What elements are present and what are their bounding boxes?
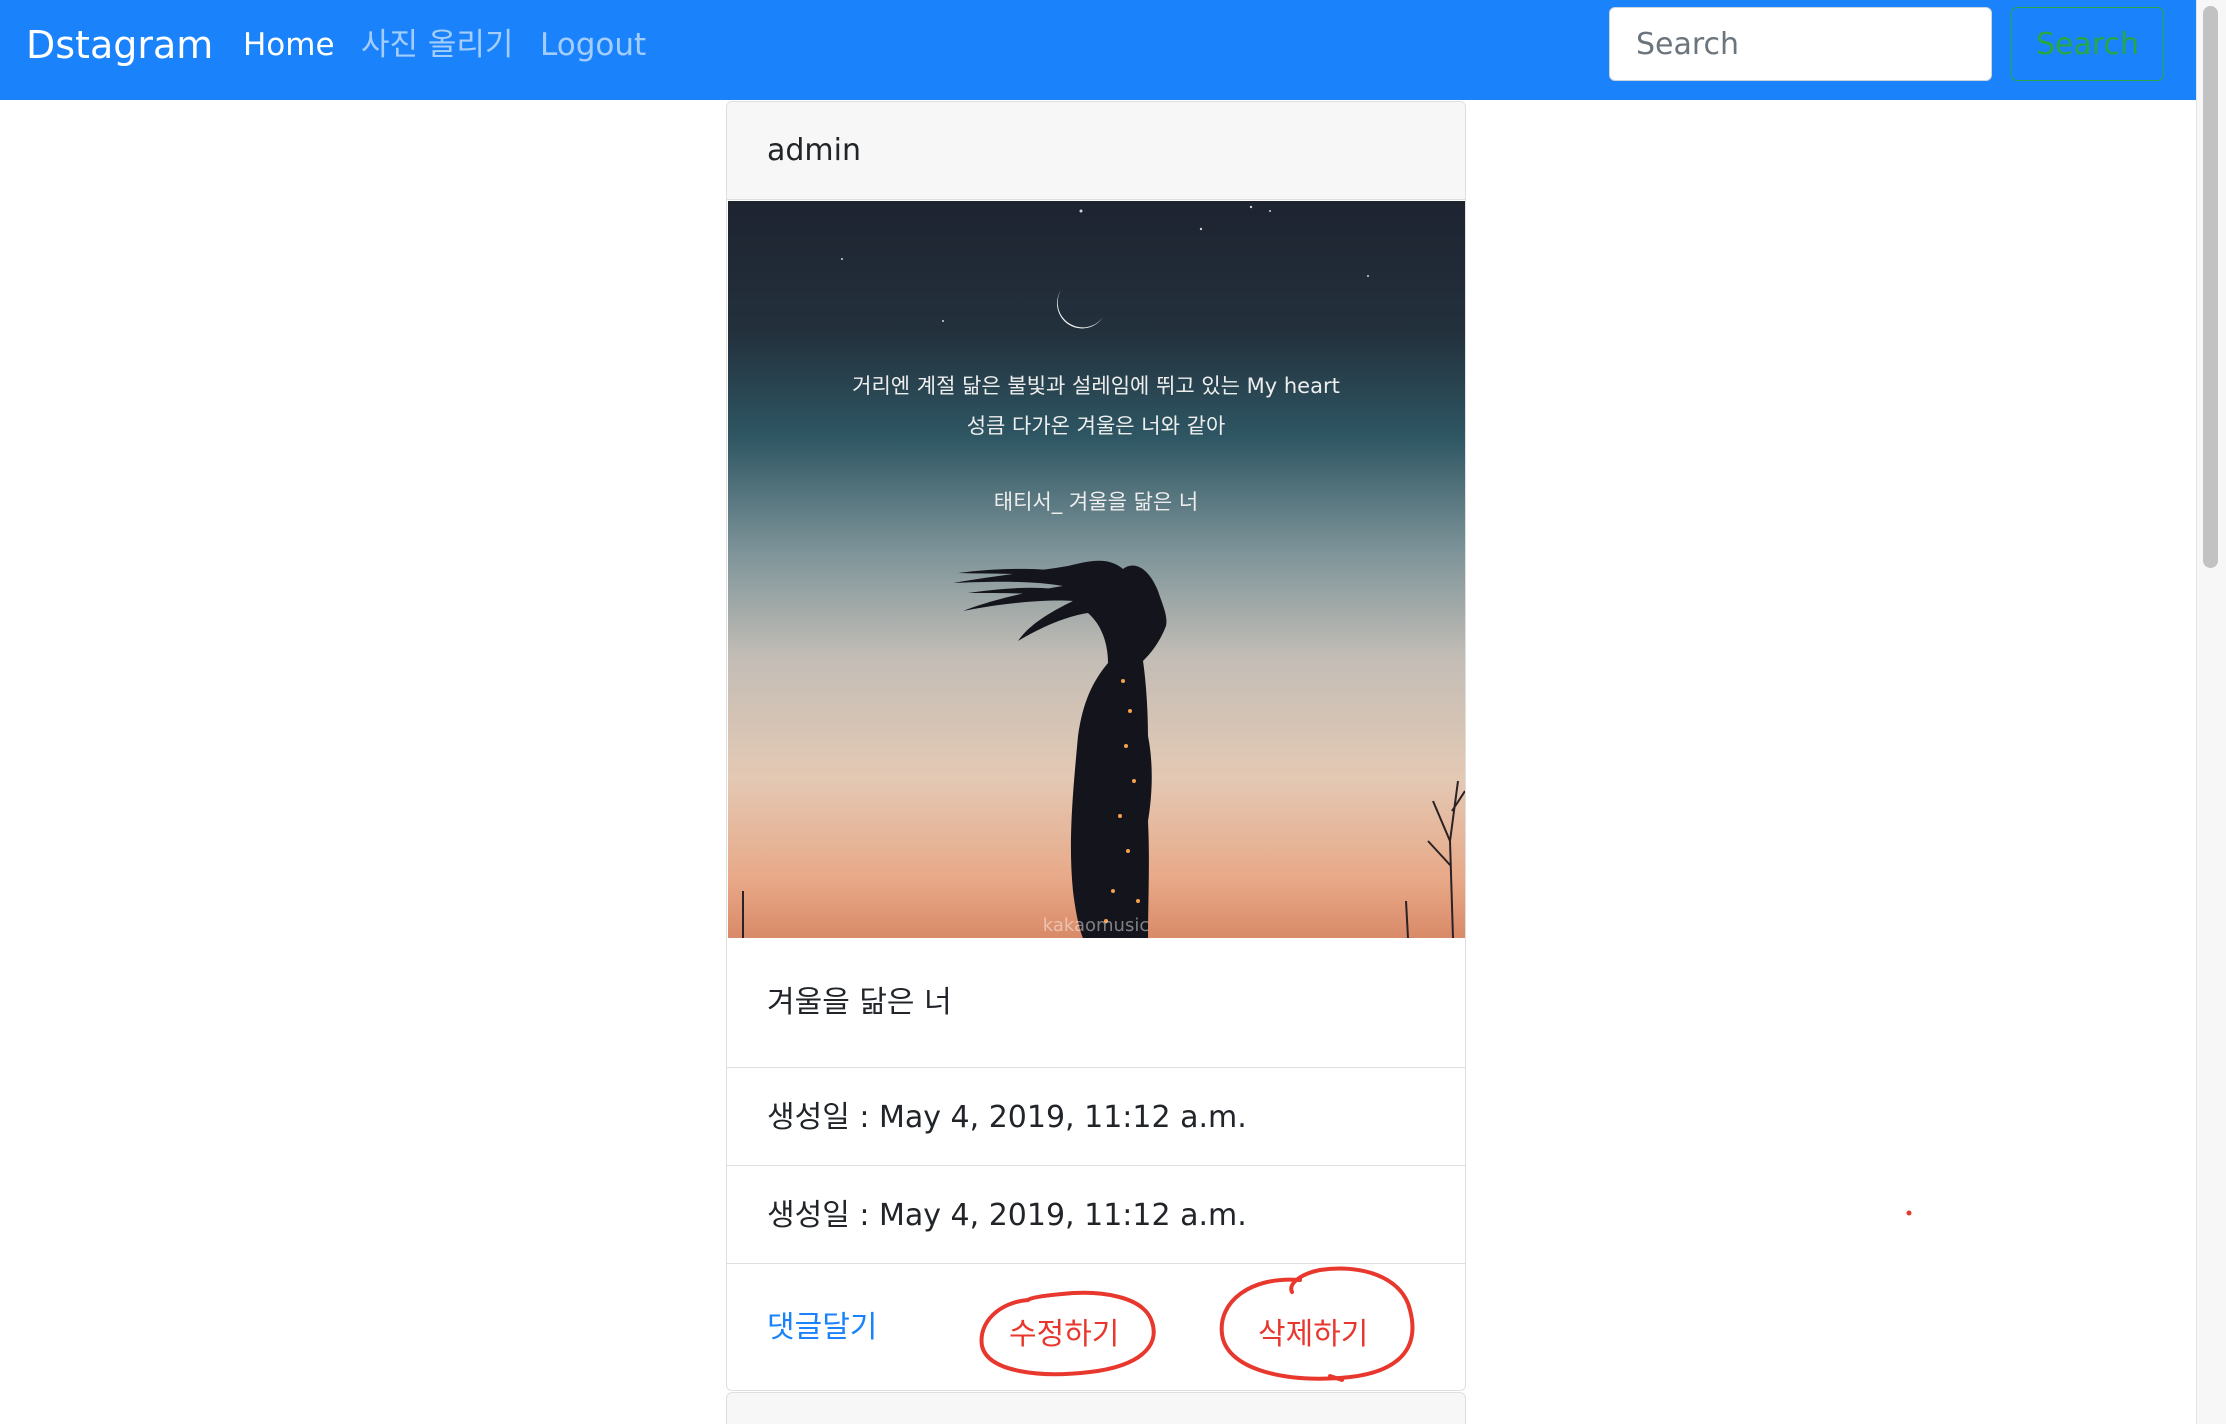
nav-link-home[interactable]: Home — [243, 22, 335, 68]
comment-link[interactable]: 댓글달기 — [767, 1305, 877, 1351]
annotation-dot — [1906, 1210, 1912, 1216]
post-caption: 겨울을 닮은 너 — [767, 985, 952, 1020]
nav-link-logout[interactable]: Logout — [540, 22, 646, 68]
nav-link-upload-photo[interactable]: 사진 올리기 — [361, 22, 513, 68]
navbar: Dstagram Home 사진 올리기 Logout Search — [0, 0, 2196, 100]
image-lyric-line-2: 성큼 다가온 겨울은 너와 같아 — [967, 414, 1226, 438]
divider — [727, 1067, 1465, 1068]
scrollbar-thumb[interactable] — [2203, 6, 2218, 568]
search-input[interactable] — [1609, 7, 1992, 81]
post-card: admin 거리엔 계절 닮은 불빛과 설레임에 뛰고 있는 My heart … — [726, 101, 1466, 1391]
image-credit: 태티서_ 겨울을 닮은 너 — [994, 490, 1198, 515]
divider — [727, 1165, 1465, 1166]
post-image[interactable]: 거리엔 계절 닮은 불빛과 설레임에 뛰고 있는 My heart 성큼 다가온… — [728, 201, 1465, 938]
image-lyric-line-1: 거리엔 계절 닮은 불빛과 설레임에 뛰고 있는 My heart — [852, 374, 1340, 398]
created-date: 생성일 : May 4, 2019, 11:12 a.m. — [767, 1100, 1247, 1135]
delete-link[interactable]: 삭제하기 — [1258, 1312, 1368, 1358]
image-watermark: kakaomusic — [1043, 915, 1150, 936]
edit-link[interactable]: 수정하기 — [1009, 1312, 1119, 1358]
updated-date: 생성일 : May 4, 2019, 11:12 a.m. — [767, 1198, 1247, 1233]
search-button[interactable]: Search — [2011, 7, 2164, 81]
post-header: admin — [727, 102, 1465, 200]
post-author: admin — [767, 133, 861, 168]
next-post-card — [726, 1392, 1466, 1424]
brand-logo[interactable]: Dstagram — [26, 20, 213, 70]
page: Dstagram Home 사진 올리기 Logout Search admin — [0, 0, 2226, 1424]
divider — [727, 1263, 1465, 1264]
